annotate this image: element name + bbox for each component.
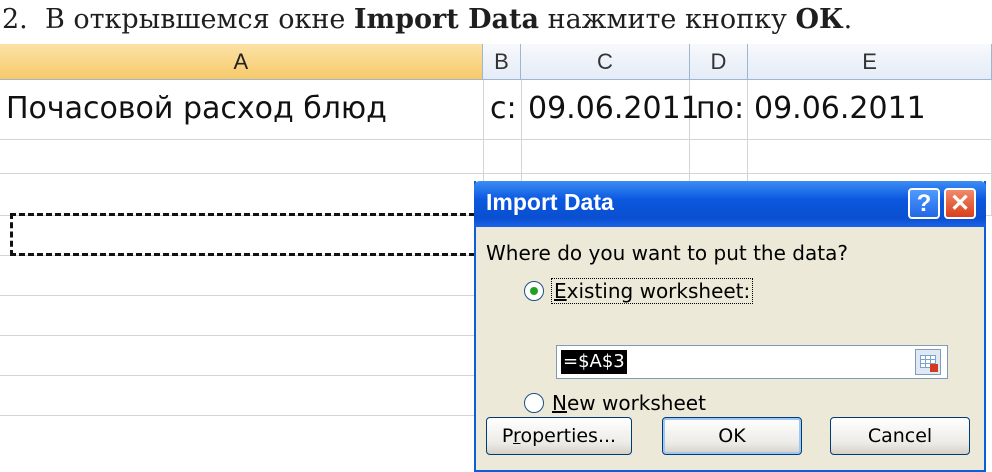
cell-a1[interactable]: Почасовой расход блюд bbox=[0, 80, 484, 140]
instruction-dialog-name: Import Data bbox=[353, 4, 539, 35]
instruction-part: нажмите кнопку bbox=[538, 4, 796, 35]
close-icon[interactable]: ✕ bbox=[944, 188, 976, 219]
arrow-icon bbox=[930, 364, 938, 372]
import-data-dialog: Import Data ? ✕ Where do you want to put… bbox=[474, 181, 986, 472]
new-worksheet-option[interactable]: New worksheet bbox=[524, 391, 706, 415]
dialog-body: Where do you want to put the data? Exist… bbox=[476, 227, 984, 472]
cell[interactable] bbox=[484, 140, 522, 174]
accelerator-key: N bbox=[552, 391, 567, 415]
collapse-dialog-icon[interactable] bbox=[915, 349, 941, 375]
column-header-a[interactable]: A bbox=[0, 44, 483, 80]
label-text: xisting worksheet: bbox=[566, 279, 751, 303]
cell[interactable] bbox=[0, 376, 484, 416]
instruction-part: В открывшемся окне bbox=[44, 4, 354, 35]
reference-value[interactable]: =$A$3 bbox=[561, 350, 627, 374]
table-row: Почасовой расход блюд с: 09.06.2011 по: … bbox=[0, 80, 992, 140]
cell[interactable] bbox=[0, 256, 484, 296]
cell[interactable] bbox=[690, 140, 748, 174]
cancel-button[interactable]: Cancel bbox=[830, 417, 970, 455]
label-text: ew worksheet bbox=[566, 391, 706, 415]
dialog-title: Import Data bbox=[486, 189, 614, 215]
properties-button[interactable]: Properties... bbox=[486, 417, 632, 455]
cell-c1[interactable]: 09.06.2011 bbox=[522, 80, 700, 140]
column-header-b[interactable]: B bbox=[482, 44, 522, 80]
reference-input[interactable]: =$A$3 bbox=[556, 345, 948, 379]
dialog-prompt: Where do you want to put the data? bbox=[486, 241, 848, 265]
button-text: operties... bbox=[520, 425, 617, 447]
accelerator-key: E bbox=[554, 279, 567, 303]
existing-worksheet-radio[interactable] bbox=[524, 281, 544, 301]
new-worksheet-radio[interactable] bbox=[524, 393, 544, 413]
step-number: 2. bbox=[2, 4, 28, 35]
cell[interactable] bbox=[748, 140, 992, 174]
cell[interactable] bbox=[0, 336, 484, 376]
copy-selection-marquee bbox=[10, 213, 484, 256]
existing-worksheet-label[interactable]: Existing worksheet: bbox=[550, 278, 754, 304]
column-header-d[interactable]: D bbox=[689, 44, 749, 80]
instruction-part: . bbox=[843, 4, 853, 35]
table-row bbox=[0, 140, 992, 174]
ok-button[interactable]: OK bbox=[662, 417, 802, 455]
cell-b1[interactable]: с: bbox=[484, 80, 522, 140]
column-header-c[interactable]: C bbox=[521, 44, 690, 80]
cell[interactable] bbox=[0, 140, 484, 174]
cell[interactable] bbox=[0, 296, 484, 336]
cell-d1[interactable]: по: bbox=[690, 80, 748, 140]
new-worksheet-label[interactable]: New worksheet bbox=[552, 391, 706, 415]
cell-e1[interactable]: 09.06.2011 bbox=[748, 80, 992, 140]
existing-worksheet-option[interactable]: Existing worksheet: bbox=[524, 278, 754, 304]
column-header-e[interactable]: E bbox=[748, 44, 992, 80]
column-headers: A B C D E bbox=[0, 44, 992, 80]
instruction-text: 2. В открывшемся окне Import Data нажмит… bbox=[2, 4, 992, 44]
button-text: P bbox=[501, 425, 514, 447]
cell[interactable] bbox=[522, 140, 690, 174]
dialog-titlebar[interactable]: Import Data ? ✕ bbox=[474, 181, 986, 227]
cell-a3[interactable] bbox=[0, 174, 484, 216]
help-icon[interactable]: ? bbox=[908, 188, 940, 219]
instruction-button-name: ОК bbox=[795, 4, 844, 35]
